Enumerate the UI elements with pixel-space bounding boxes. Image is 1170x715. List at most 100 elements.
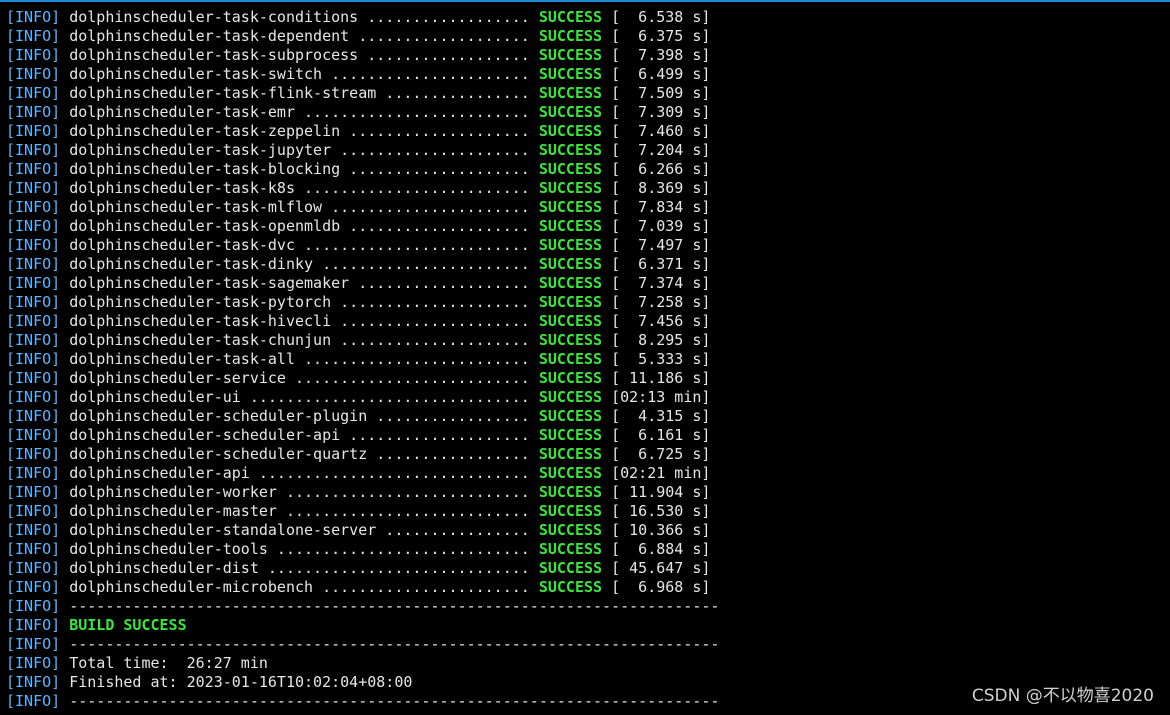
build-time: [ 7.309 s]	[602, 103, 711, 121]
module-result-line: [INFO] dolphinscheduler-service ........…	[6, 369, 719, 388]
module-name	[60, 559, 69, 577]
info-tag: [INFO]	[6, 578, 61, 596]
module-name	[60, 122, 69, 140]
finished-at: Finished at: 2023-01-16T10:02:04+08:00	[60, 673, 413, 691]
module-result-line: [INFO] dolphinscheduler-master .........…	[6, 502, 719, 521]
module-name	[60, 312, 69, 330]
module-result-line: [INFO] dolphinscheduler-tools ..........…	[6, 540, 719, 559]
module-name: dolphinscheduler-task-dinky	[69, 255, 314, 273]
module-result-line: [INFO] dolphinscheduler-worker .........…	[6, 483, 719, 502]
info-tag: [INFO]	[6, 559, 61, 577]
module-name	[60, 103, 69, 121]
separator-line: [INFO] ---------------------------------…	[6, 692, 719, 711]
status-success: SUCCESS	[538, 293, 603, 311]
status-success: SUCCESS	[538, 160, 603, 178]
module-name: dolphinscheduler-task-dvc	[69, 236, 295, 254]
total-time: Total time: 26:27 min	[60, 654, 268, 672]
build-time: [ 6.266 s]	[602, 160, 711, 178]
status-success: SUCCESS	[538, 502, 603, 520]
dot-leader: .................	[367, 407, 530, 425]
module-name: dolphinscheduler-microbench	[69, 578, 314, 596]
build-time: [ 6.725 s]	[602, 445, 711, 463]
module-name: dolphinscheduler-task-pytorch	[69, 293, 332, 311]
module-result-line: [INFO] dolphinscheduler-task-sagemaker .…	[6, 274, 719, 293]
module-name	[60, 293, 69, 311]
dot-leader: ....................	[340, 122, 530, 140]
dot-leader: ..........................	[285, 369, 530, 387]
status-success: SUCCESS	[538, 122, 603, 140]
module-name: dolphinscheduler-task-conditions	[69, 8, 359, 26]
module-result-line: [INFO] dolphinscheduler-task-openmldb ..…	[6, 217, 719, 236]
build-time: [ 10.366 s]	[602, 521, 711, 539]
module-result-line: [INFO] dolphinscheduler-task-k8s .......…	[6, 179, 719, 198]
status-success: SUCCESS	[538, 483, 603, 501]
module-name	[60, 141, 69, 159]
status-success: SUCCESS	[538, 540, 603, 558]
dot-leader: .....................	[331, 312, 530, 330]
build-time: [ 6.161 s]	[602, 426, 711, 444]
info-tag: [INFO]	[6, 597, 61, 615]
build-time: [ 7.509 s]	[602, 84, 711, 102]
build-time: [ 7.834 s]	[602, 198, 711, 216]
build-time: [ 7.374 s]	[602, 274, 711, 292]
module-name	[60, 464, 69, 482]
terminal-window[interactable]: [INFO] dolphinscheduler-task-conditions …	[0, 0, 1170, 715]
module-name	[60, 84, 69, 102]
module-result-line: [INFO] dolphinscheduler-task-all .......…	[6, 350, 719, 369]
module-name: dolphinscheduler-api	[69, 464, 250, 482]
separator: ----------------------------------------…	[60, 597, 720, 615]
build-time: [ 8.295 s]	[602, 331, 711, 349]
build-time: [ 6.968 s]	[602, 578, 711, 596]
module-result-line: [INFO] dolphinscheduler-task-dvc .......…	[6, 236, 719, 255]
build-status-line: [INFO] BUILD SUCCESS	[6, 616, 719, 635]
module-name: dolphinscheduler-task-blocking	[69, 160, 341, 178]
status-success: SUCCESS	[538, 559, 603, 577]
info-tag: [INFO]	[6, 46, 61, 64]
dot-leader: ..............................	[249, 464, 530, 482]
dot-leader: .............................	[258, 559, 530, 577]
status-success: SUCCESS	[538, 46, 603, 64]
info-tag: [INFO]	[6, 407, 61, 425]
separator: ----------------------------------------…	[60, 635, 720, 653]
info-tag: [INFO]	[6, 616, 61, 634]
module-result-line: [INFO] dolphinscheduler-task-zeppelin ..…	[6, 122, 719, 141]
dot-leader: ....................	[340, 160, 530, 178]
build-time: [ 7.456 s]	[602, 312, 711, 330]
info-tag: [INFO]	[6, 84, 61, 102]
dot-leader: ...........................	[276, 502, 530, 520]
module-name: dolphinscheduler-task-k8s	[69, 179, 295, 197]
dot-leader: .......................	[313, 255, 530, 273]
module-result-line: [INFO] dolphinscheduler-task-dinky .....…	[6, 255, 719, 274]
build-time: [ 6.499 s]	[602, 65, 711, 83]
dot-leader: .........................	[295, 350, 530, 368]
info-tag: [INFO]	[6, 122, 61, 140]
info-tag: [INFO]	[6, 654, 61, 672]
build-time: [ 45.647 s]	[602, 559, 711, 577]
info-tag: [INFO]	[6, 103, 61, 121]
module-name	[60, 27, 69, 45]
status-success: SUCCESS	[538, 274, 603, 292]
module-result-line: [INFO] dolphinscheduler-task-switch ....…	[6, 65, 719, 84]
terminal-output: [INFO] dolphinscheduler-task-conditions …	[6, 8, 719, 711]
build-time: [ 7.258 s]	[602, 293, 711, 311]
build-time: [ 16.530 s]	[602, 502, 711, 520]
module-name	[60, 198, 69, 216]
module-result-line: [INFO] dolphinscheduler-api ............…	[6, 464, 719, 483]
status-success: SUCCESS	[538, 445, 603, 463]
separator: ----------------------------------------…	[60, 692, 720, 710]
module-name	[60, 236, 69, 254]
status-success: SUCCESS	[538, 27, 603, 45]
info-tag: [INFO]	[6, 331, 61, 349]
module-name: dolphinscheduler-tools	[69, 540, 268, 558]
